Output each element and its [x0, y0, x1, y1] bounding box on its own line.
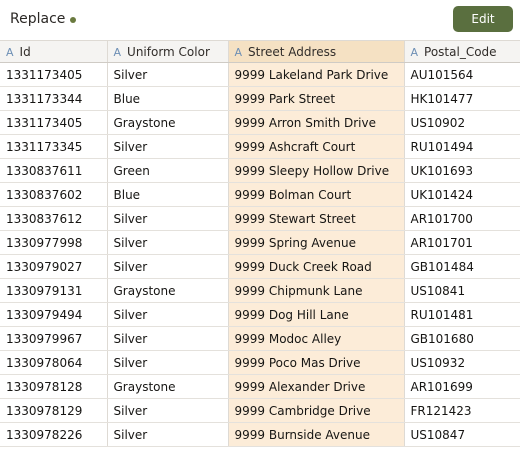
cell-postal-code[interactable]: US10902 [404, 110, 520, 135]
cell-postal-code[interactable]: FR121423 [404, 398, 520, 423]
cell-street-address[interactable]: 9999 Duck Creek Road [227, 254, 405, 279]
cell-uniform-color[interactable]: Silver [107, 350, 229, 375]
column-header-uniform-color[interactable]: A Uniform Color [107, 40, 229, 63]
cell-id[interactable]: 1330979967 [0, 326, 108, 351]
text-type-icon: A [6, 45, 14, 59]
column-header-id[interactable]: A Id [0, 40, 108, 63]
cell-street-address[interactable]: 9999 Burnside Avenue [227, 422, 405, 447]
cell-id[interactable]: 1330977998 [0, 230, 108, 255]
cell-postal-code[interactable]: GB101484 [404, 254, 520, 279]
cell-postal-code[interactable]: UK101693 [404, 158, 520, 183]
column-header-label: Uniform Color [127, 44, 210, 59]
cell-id[interactable]: 1331173405 [0, 110, 108, 135]
cell-id[interactable]: 1330979494 [0, 302, 108, 327]
text-type-icon: A [234, 45, 243, 59]
cell-id[interactable]: 1330979131 [0, 278, 108, 303]
cell-street-address[interactable]: 9999 Lakeland Park Drive [227, 62, 405, 87]
cell-uniform-color[interactable]: Silver [107, 254, 229, 279]
cell-postal-code[interactable]: US10841 [404, 278, 520, 303]
cell-postal-code[interactable]: AR101699 [404, 374, 520, 399]
cell-id[interactable]: 1331173344 [0, 86, 108, 111]
table-row[interactable]: 1330978128 Graystone 9999 Alexander Drive A… [0, 374, 520, 399]
text-type-icon: A [113, 45, 122, 59]
table-row[interactable]: 1330978129 Silver 9999 Cambridge Drive FR12… [0, 398, 520, 423]
cell-street-address[interactable]: 9999 Park Street [227, 86, 405, 111]
cell-street-address[interactable]: 9999 Bolman Court [227, 182, 405, 207]
table-row[interactable]: 1331173405 Graystone 9999 Arron Smith Driv… [0, 110, 520, 135]
table-row[interactable]: 1330979027 Silver 9999 Duck Creek Road GB10… [0, 254, 520, 279]
cell-street-address[interactable]: 9999 Alexander Drive [227, 374, 405, 399]
cell-uniform-color[interactable]: Green [107, 158, 229, 183]
table-row[interactable]: 1330977998 Silver 9999 Spring Avenue AR1017… [0, 230, 520, 255]
cell-id[interactable]: 1331173345 [0, 134, 108, 159]
cell-uniform-color[interactable]: Silver [107, 230, 229, 255]
cell-id[interactable]: 1330978226 [0, 422, 108, 447]
cell-postal-code[interactable]: RU101481 [404, 302, 520, 327]
cell-uniform-color[interactable]: Silver [107, 134, 229, 159]
page-title: Replace [10, 11, 77, 27]
table-row[interactable]: 1331173345 Silver 9999 Ashcraft Court RU101… [0, 134, 520, 159]
cell-postal-code[interactable]: HK101477 [404, 86, 520, 111]
column-header-label: Id [19, 44, 31, 59]
cell-street-address[interactable]: 9999 Modoc Alley [227, 326, 405, 351]
cell-uniform-color[interactable]: Silver [107, 62, 229, 87]
table-row[interactable]: 1330979967 Silver 9999 Modoc Alley GB101680 [0, 326, 520, 351]
cell-postal-code[interactable]: US10932 [404, 350, 520, 375]
cell-uniform-color[interactable]: Silver [107, 206, 229, 231]
column-header-postal-code[interactable]: A Postal_Code [404, 40, 520, 63]
table-row[interactable]: 1330979131 Graystone 9999 Chipmunk Lane US1… [0, 278, 520, 303]
cell-id[interactable]: 1330979027 [0, 254, 108, 279]
cell-uniform-color[interactable]: Graystone [107, 278, 229, 303]
table-row[interactable]: 1331173405 Silver 9999 Lakeland Park Drive… [0, 62, 520, 87]
cell-postal-code[interactable]: AR101700 [404, 206, 520, 231]
text-type-icon: A [410, 45, 419, 59]
cell-street-address[interactable]: 9999 Cambridge Drive [227, 398, 405, 423]
cell-id[interactable]: 1331173405 [0, 62, 108, 87]
cell-uniform-color[interactable]: Silver [107, 398, 229, 423]
table-row[interactable]: 1330979494 Silver 9999 Dog Hill Lane RU1014… [0, 302, 520, 327]
edit-button[interactable]: Edit [453, 6, 513, 32]
column-header-street-address[interactable]: A Street Address [227, 40, 405, 63]
status-dot-icon [70, 16, 77, 23]
column-header-label: Street Address [248, 44, 337, 59]
cell-uniform-color[interactable]: Silver [107, 326, 229, 351]
cell-postal-code[interactable]: UK101424 [404, 182, 520, 207]
cell-id[interactable]: 1330837611 [0, 158, 108, 183]
cell-uniform-color[interactable]: Silver [107, 302, 229, 327]
cell-postal-code[interactable]: AU101564 [404, 62, 520, 87]
cell-uniform-color[interactable]: Blue [107, 86, 229, 111]
cell-street-address[interactable]: 9999 Spring Avenue [227, 230, 405, 255]
cell-street-address[interactable]: 9999 Dog Hill Lane [227, 302, 405, 327]
cell-street-address[interactable]: 9999 Stewart Street [227, 206, 405, 231]
cell-postal-code[interactable]: RU101494 [404, 134, 520, 159]
table-row[interactable]: 1330837612 Silver 9999 Stewart Street AR101… [0, 206, 520, 231]
toolbar: Replace Edit [0, 0, 520, 40]
table-row[interactable]: 1330837602 Blue 9999 Bolman Court UK101424 [0, 182, 520, 207]
data-table: A Id A Uniform Color A Street Address A Post… [0, 40, 520, 447]
cell-street-address[interactable]: 9999 Sleepy Hollow Drive [227, 158, 405, 183]
column-header-label: Postal_Code [424, 44, 497, 59]
cell-id[interactable]: 1330978129 [0, 398, 108, 423]
page-title-text: Replace [10, 11, 66, 27]
cell-uniform-color[interactable]: Silver [107, 422, 229, 447]
table-header-row: A Id A Uniform Color A Street Address A Post… [0, 40, 520, 63]
cell-uniform-color[interactable]: Graystone [107, 374, 229, 399]
cell-id[interactable]: 1330837612 [0, 206, 108, 231]
cell-id[interactable]: 1330978128 [0, 374, 108, 399]
cell-id[interactable]: 1330978064 [0, 350, 108, 375]
table-row[interactable]: 1330978064 Silver 9999 Poco Mas Drive US109… [0, 350, 520, 375]
cell-street-address[interactable]: 9999 Ashcraft Court [227, 134, 405, 159]
cell-postal-code[interactable]: AR101701 [404, 230, 520, 255]
cell-street-address[interactable]: 9999 Chipmunk Lane [227, 278, 405, 303]
cell-postal-code[interactable]: GB101680 [404, 326, 520, 351]
cell-street-address[interactable]: 9999 Poco Mas Drive [227, 350, 405, 375]
cell-id[interactable]: 1330837602 [0, 182, 108, 207]
table-row[interactable]: 1330978226 Silver 9999 Burnside Avenue US10… [0, 422, 520, 447]
table-row[interactable]: 1331173344 Blue 9999 Park Street HK101477 [0, 86, 520, 111]
cell-postal-code[interactable]: US10847 [404, 422, 520, 447]
cell-uniform-color[interactable]: Graystone [107, 110, 229, 135]
cell-street-address[interactable]: 9999 Arron Smith Drive [227, 110, 405, 135]
cell-uniform-color[interactable]: Blue [107, 182, 229, 207]
table-row[interactable]: 1330837611 Green 9999 Sleepy Hollow Drive U… [0, 158, 520, 183]
